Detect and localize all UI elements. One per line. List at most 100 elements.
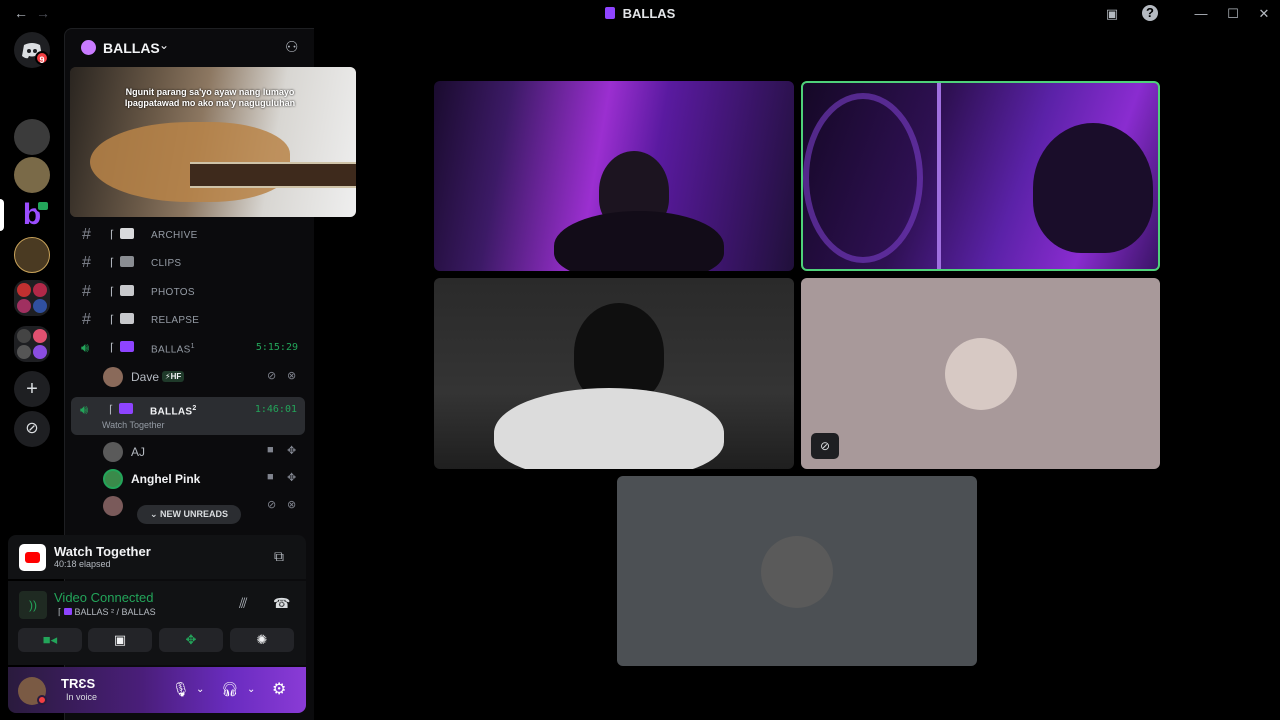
microphone-icon[interactable]: 🎙︎: [172, 681, 190, 698]
user-status: In voice: [66, 692, 98, 702]
gear-icon[interactable]: ⚙: [272, 679, 286, 699]
voice-channel-icon: 🔊︎: [80, 402, 89, 417]
stream-popout[interactable]: Ngunit parang sa'yo ayaw nang lumayo Ipa…: [70, 67, 356, 217]
noise-suppression-icon[interactable]: ⫻: [239, 595, 247, 612]
ballas-emoji-icon: [120, 341, 134, 352]
text-channel-icon: #: [82, 254, 91, 271]
voice-location[interactable]: ⌈ BALLAS ² / BALLAS: [58, 607, 156, 618]
channel-label: ARCHIVE: [151, 230, 198, 241]
text-channel-icon: #: [82, 311, 91, 328]
activity-icon: [36, 200, 50, 212]
voice-timer: 5:15:29: [255, 342, 298, 353]
activity-panel[interactable]: Watch Together 40:18 elapsed ⧉: [8, 535, 306, 579]
status-dnd-icon: [37, 695, 47, 705]
photo-emoji-icon: [120, 285, 134, 296]
video-off-icon: ⊘: [811, 433, 839, 459]
discover-icon[interactable]: ⊘: [14, 411, 50, 447]
activity-title: Watch Together: [54, 544, 151, 559]
participant-avatar: [945, 338, 1017, 410]
maximize-button[interactable]: ☐: [1224, 5, 1242, 23]
lyric-line: Ngunit parang sa'yo ayaw nang lumayo: [125, 87, 295, 97]
light-bar: [937, 83, 941, 269]
channel-label: PHOTOS: [151, 287, 195, 298]
server-icon-prestige[interactable]: [14, 237, 50, 273]
bracket: ⌈: [110, 342, 115, 354]
bracket: ⌈: [110, 286, 115, 298]
avatar: [103, 367, 123, 387]
new-unreads-button[interactable]: ⌄ NEW UNREADS: [137, 505, 241, 524]
popout-icon[interactable]: ⧉: [274, 548, 284, 565]
channel-label: RELAPSE: [151, 315, 200, 326]
server-name: BALLAS: [103, 40, 160, 56]
camera-button[interactable]: ■◂: [18, 628, 82, 652]
text-channel-icon: #: [82, 226, 91, 243]
chevron-down-icon: ⌄: [159, 38, 170, 52]
voice-member[interactable]: AJ ■ ✥: [100, 440, 306, 464]
activities-button[interactable]: ✥: [159, 628, 223, 652]
inbox-icon[interactable]: ▣: [1103, 5, 1121, 23]
soundboard-button[interactable]: ✺: [230, 628, 294, 652]
screen-share-button[interactable]: ▣: [88, 628, 152, 652]
bracket: ⌈: [110, 257, 115, 269]
channel-archive[interactable]: # ⌈ ARCHIVE: [72, 222, 306, 248]
video-icon: ■: [267, 471, 274, 483]
voice-connection-panel: )) Video Connected ⌈ BALLAS ² / BALLAS ⫻…: [8, 581, 306, 665]
chevron-down-icon[interactable]: ⌄: [247, 684, 255, 695]
channel-label: BALLAS1: [151, 343, 195, 356]
server-folder-icon[interactable]: [14, 280, 50, 316]
server-icon-dark[interactable]: [14, 119, 50, 155]
voice-status[interactable]: Video Connected: [54, 590, 154, 605]
channel-relapse[interactable]: # ⌈ RELAPSE: [72, 307, 306, 333]
username[interactable]: TRƐS: [61, 676, 95, 691]
participant-video: [494, 388, 724, 469]
add-server-icon[interactable]: +: [14, 371, 50, 407]
video-tile-camera-off[interactable]: [617, 476, 977, 666]
camera-emoji-icon: [120, 256, 134, 267]
disconnect-icon[interactable]: ☎: [273, 595, 290, 612]
video-tile-speaking[interactable]: [801, 81, 1160, 271]
deafened-icon: ⊗: [287, 370, 297, 382]
server-header[interactable]: BALLAS ⌄ ⚇: [65, 29, 315, 67]
activity-icon: ✥: [287, 472, 297, 484]
channel-clips[interactable]: # ⌈ CLIPS: [72, 250, 306, 276]
video-tile[interactable]: [434, 81, 794, 271]
chevron-down-icon[interactable]: ⌄: [196, 684, 204, 695]
headphones-icon[interactable]: 🎧︎: [221, 681, 239, 698]
member-name: Dave: [131, 370, 160, 384]
title-bar: ← → BALLAS ▣ ? — ☐ ✕: [0, 0, 1280, 28]
server-folder-icon-2[interactable]: [14, 326, 50, 362]
minimize-button[interactable]: —: [1192, 5, 1210, 23]
photo-emoji-icon: [120, 313, 134, 324]
voice-member[interactable]: Anghel Pink ■ ✥: [100, 467, 306, 491]
voice-timer: 1:46:01: [254, 404, 297, 415]
bracket: ⌈: [109, 404, 114, 416]
channel-label: CLIPS: [151, 258, 182, 269]
voice-member[interactable]: Dave ⚡HF ⊘ ⊗: [100, 365, 306, 389]
activity-elapsed: 40:18 elapsed: [54, 559, 111, 569]
rgb-ring: [803, 93, 923, 263]
voice-channel-ballas-1[interactable]: 🔊︎ ⌈ BALLAS1 5:15:29: [72, 335, 306, 361]
notification-badge: 9: [35, 51, 49, 65]
video-tile-camera-off[interactable]: ⊘: [801, 278, 1160, 469]
channel-photos[interactable]: # ⌈ PHOTOS: [72, 279, 306, 305]
channel-label: BALLAS2: [150, 405, 197, 418]
video-icon: ■: [267, 444, 274, 456]
invite-icon[interactable]: ⚇: [285, 38, 298, 56]
member-name: Anghel Pink: [131, 472, 201, 486]
close-button[interactable]: ✕: [1255, 5, 1273, 23]
server-icon-tan[interactable]: [14, 157, 50, 193]
avatar: [103, 469, 123, 489]
activity-icon: ✥: [287, 445, 297, 457]
youtube-icon: [19, 544, 46, 571]
participant-video: [554, 211, 724, 271]
participant-avatar: [761, 536, 833, 608]
voice-channel-ballas-2[interactable]: 🔊︎ ⌈ BALLAS2 1:46:01 Watch Together: [71, 397, 305, 435]
member-tag: ⚡HF: [162, 371, 185, 382]
help-icon[interactable]: ?: [1142, 5, 1158, 21]
guitar-neck: [190, 162, 356, 188]
server-boost-icon: [81, 40, 96, 55]
deafened-icon: ⊗: [287, 499, 297, 511]
bracket: ⌈: [110, 314, 115, 326]
video-tile[interactable]: [434, 278, 794, 469]
signal-icon[interactable]: )): [19, 591, 47, 619]
